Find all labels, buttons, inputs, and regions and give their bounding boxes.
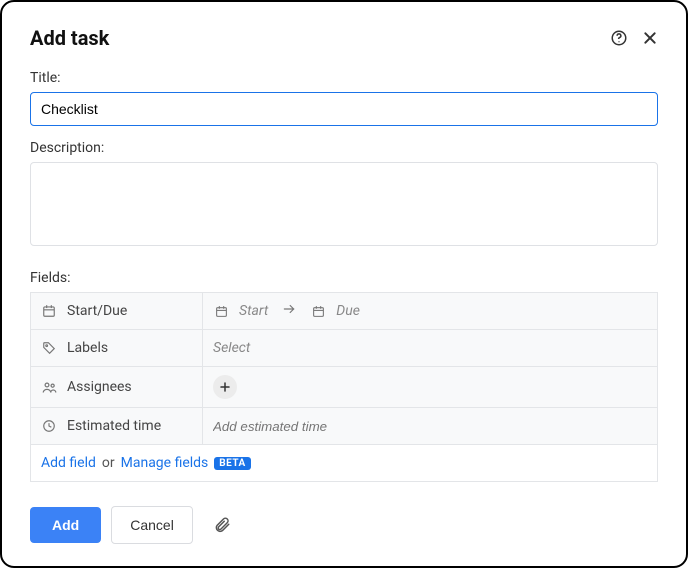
description-input[interactable] [30,162,658,246]
add-task-dialog: Add task Title: Description: Fields: [0,0,688,568]
cancel-button[interactable]: Cancel [111,506,193,544]
add-assignee-button[interactable] [213,375,237,399]
field-row-assignees: Assignees [31,367,657,408]
assignees-label-text: Assignees [67,379,132,395]
or-text: or [102,455,115,471]
people-icon [41,379,57,395]
dialog-footer: Add Cancel [30,506,658,544]
add-button[interactable]: Add [30,507,101,543]
start-due-label-text: Start/Due [67,303,127,319]
calendar-icon [41,303,57,319]
description-field-block: Description: [30,140,658,250]
field-label-estimated: Estimated time [31,408,203,444]
dialog-title: Add task [30,26,109,50]
fields-section: Fields: Start/Due Start [30,270,658,482]
field-label-start-due: Start/Due [31,293,203,329]
fields-label: Fields: [30,270,658,286]
labels-placeholder: Select [213,340,250,356]
add-field-link[interactable]: Add field [41,455,96,471]
title-input[interactable] [30,92,658,126]
estimated-label-text: Estimated time [67,418,161,434]
due-placeholder: Due [336,303,360,319]
field-value-start-due[interactable]: Start Due [203,293,657,329]
dialog-header: Add task [30,26,658,50]
start-placeholder: Start [239,303,268,319]
field-value-assignees [203,367,657,407]
tag-icon [41,340,57,356]
field-label-assignees: Assignees [31,367,203,407]
description-label: Description: [30,140,658,156]
fields-table: Start/Due Start Due [30,292,658,482]
arrow-right-icon [282,302,296,320]
labels-label-text: Labels [67,340,108,356]
field-value-estimated[interactable] [203,408,657,444]
close-icon[interactable] [642,30,658,46]
calendar-icon [213,303,229,319]
add-field-row: Add field or Manage fields BETA [31,445,657,481]
field-row-start-due: Start/Due Start Due [31,293,657,330]
beta-badge: BETA [214,457,251,470]
title-field-block: Title: [30,70,658,126]
manage-fields-link[interactable]: Manage fields [121,455,209,471]
title-label: Title: [30,70,658,86]
clock-icon [41,418,57,434]
paperclip-icon[interactable] [213,516,231,534]
header-actions [610,29,658,47]
calendar-icon [310,303,326,319]
help-icon[interactable] [610,29,628,47]
field-value-labels[interactable]: Select [203,330,657,366]
field-row-estimated-time: Estimated time [31,408,657,445]
field-row-labels: Labels Select [31,330,657,367]
estimated-time-input[interactable] [213,419,647,434]
field-label-labels: Labels [31,330,203,366]
